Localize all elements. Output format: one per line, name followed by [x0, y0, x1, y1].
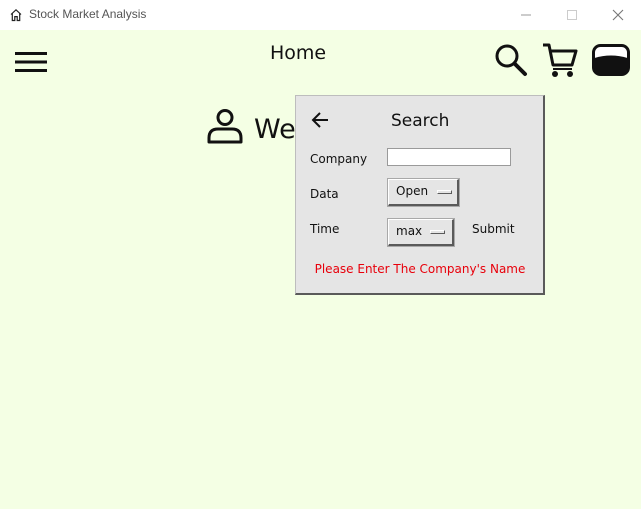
search-panel: Search Company Data Open Time max Submit…: [295, 95, 545, 295]
data-label: Data: [310, 187, 339, 201]
home-outline-icon: [10, 8, 22, 22]
wallet-icon[interactable]: [592, 44, 630, 76]
window-title: Stock Market Analysis: [29, 7, 147, 21]
data-selected-value: Open: [396, 184, 429, 198]
data-select[interactable]: Open: [387, 178, 460, 207]
close-button[interactable]: [595, 0, 641, 30]
user-icon: [207, 109, 243, 144]
search-panel-title: Search: [391, 111, 450, 131]
time-label: Time: [310, 222, 340, 236]
company-label: Company: [310, 152, 368, 166]
page-title: Home: [269, 42, 327, 64]
arrow-left-icon[interactable]: [310, 111, 330, 129]
window-titlebar: Stock Market Analysis: [0, 0, 641, 30]
welcome-text: We: [254, 114, 296, 145]
hamburger-menu-icon[interactable]: [14, 50, 48, 74]
time-select[interactable]: max: [387, 218, 455, 247]
error-message: Please Enter The Company's Name: [314, 262, 526, 276]
submit-button[interactable]: Submit: [472, 222, 515, 236]
option-menu-indicator-icon: [437, 190, 452, 194]
close-icon: [612, 9, 624, 21]
maximize-button[interactable]: [549, 0, 595, 30]
time-selected-value: max: [396, 224, 423, 238]
company-input[interactable]: [387, 148, 511, 166]
app-header: Home: [0, 30, 641, 100]
search-icon[interactable]: [494, 43, 528, 77]
minimize-button[interactable]: [503, 0, 549, 30]
maximize-icon: [567, 10, 577, 20]
minimize-icon: [521, 14, 531, 16]
shopping-cart-icon[interactable]: [542, 42, 578, 78]
option-menu-indicator-icon: [430, 230, 445, 234]
